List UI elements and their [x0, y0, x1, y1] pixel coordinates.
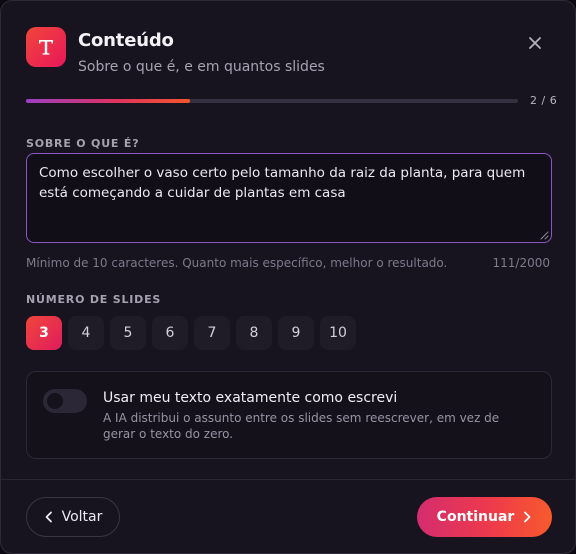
resize-grip-icon[interactable]: [540, 231, 549, 240]
topic-textarea[interactable]: Como escolher o vaso certo pelo tamanho …: [26, 153, 552, 243]
footer-divider: [1, 479, 575, 480]
exact-text-description: A IA distribui o assunto entre os slides…: [103, 411, 500, 441]
close-button[interactable]: [523, 31, 547, 55]
slide-count-options: 3 4 5 6 7 8 9 10: [26, 316, 356, 350]
back-button-label: Voltar: [61, 509, 103, 525]
slide-option-8[interactable]: 8: [236, 316, 272, 350]
close-icon: [529, 37, 541, 49]
topic-label: SOBRE O QUE É?: [26, 137, 140, 150]
slide-option-3[interactable]: 3: [26, 316, 62, 350]
slide-option-10[interactable]: 10: [320, 316, 356, 350]
exact-text-toggle[interactable]: [43, 389, 87, 413]
text-type-icon: [26, 27, 66, 67]
slide-option-7[interactable]: 7: [194, 316, 230, 350]
content-step-dialog: Conteúdo Sobre o que é, e em quantos sli…: [0, 0, 576, 554]
progress-bar: [26, 99, 518, 103]
slide-option-9[interactable]: 9: [278, 316, 314, 350]
continue-button[interactable]: Continuar: [417, 497, 552, 537]
dialog-subtitle: Sobre o que é, e em quantos slides: [78, 59, 325, 75]
back-button[interactable]: Voltar: [26, 497, 120, 537]
exact-text-card: Usar meu texto exatamente como escrevi A…: [26, 371, 552, 459]
continue-button-label: Continuar: [436, 509, 515, 525]
toggle-knob: [47, 393, 63, 409]
progress-fill: [26, 99, 190, 103]
slides-label: NÚMERO DE SLIDES: [26, 293, 162, 306]
dialog-title: Conteúdo: [78, 30, 174, 51]
char-count: 111/2000: [492, 256, 551, 270]
chevron-left-icon: [45, 511, 52, 523]
chevron-right-icon: [524, 511, 531, 523]
topic-hint: Mínimo de 10 caracteres. Quanto mais esp…: [26, 256, 448, 270]
exact-text-title: Usar meu texto exatamente como escrevi: [103, 390, 398, 406]
step-counter: 2 / 6: [530, 94, 558, 107]
slide-option-6[interactable]: 6: [152, 316, 188, 350]
slide-option-4[interactable]: 4: [68, 316, 104, 350]
slide-option-5[interactable]: 5: [110, 316, 146, 350]
